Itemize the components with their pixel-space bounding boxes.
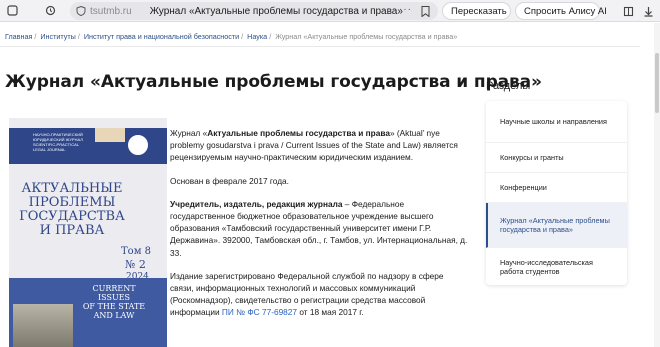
sidebar-menu: Научные школы и направления Конкурсы и г… bbox=[486, 101, 627, 285]
breadcrumb-item-law-institute[interactable]: Институт права и национальной безопаснос… bbox=[84, 32, 239, 41]
sidebar-item-schools[interactable]: Научные школы и направления bbox=[486, 101, 627, 143]
breadcrumb-separator: / bbox=[241, 32, 244, 41]
registration-date: от 18 мая 2017 г. bbox=[297, 307, 364, 318]
breadcrumb-divider bbox=[0, 46, 640, 47]
description-text: Журнал « bbox=[170, 128, 208, 138]
ask-alice-label: Спросить Алису AI bbox=[524, 5, 607, 17]
journal-description: Журнал «Актуальные проблемы государства … bbox=[170, 127, 468, 330]
page-title: Журнал «Актуальные проблемы государства … bbox=[5, 72, 542, 92]
cover-publisher-line: LEGAL JOURNAL bbox=[33, 147, 66, 152]
extensions-icon[interactable] bbox=[620, 3, 636, 19]
cover-title-line: АКТУАЛЬНЫЕ bbox=[21, 181, 123, 196]
description-paragraph-3: Учредитель, издатель, редакция журнала –… bbox=[170, 198, 468, 259]
breadcrumb: Главная / Институты / Институт права и нац… bbox=[5, 32, 457, 41]
address-host: tsutmb.ru bbox=[90, 5, 132, 17]
breadcrumb-separator: / bbox=[77, 32, 80, 41]
address-page-title: Журнал «Актуальные проблемы государства … bbox=[149, 5, 403, 17]
sidebar-item-label: Конкурсы и гранты bbox=[500, 153, 564, 162]
cover-title-line: ПРОБЛЕМЫ bbox=[28, 195, 116, 210]
cover-number: № 2 bbox=[125, 258, 146, 271]
cover-top-band: НАУЧНО-ПРАКТИЧЕСКИЙ ЮРИДИЧЕСКИЙ ЖУРНАЛ S… bbox=[9, 128, 167, 164]
breadcrumb-current: Журнал «Актуальные проблемы государства … bbox=[275, 32, 458, 41]
sidebar-item-student-research[interactable]: Научно-исследовательская работа студенто… bbox=[486, 248, 627, 285]
cover-volume: Том 8 bbox=[121, 246, 152, 257]
sidebar-item-label: Журнал «Актуальные проблемы государства … bbox=[500, 216, 610, 234]
page-scrollbar[interactable] bbox=[654, 23, 660, 347]
breadcrumb-separator: / bbox=[34, 32, 37, 41]
registration-link[interactable]: ПИ № ФС 77-69827 bbox=[222, 307, 297, 317]
description-paragraph-1: Журнал «Актуальные проблемы государства … bbox=[170, 127, 468, 164]
more-icon[interactable]: ··· bbox=[399, 4, 412, 15]
shield-icon bbox=[76, 6, 86, 16]
cover-english-title-line: AND LAW bbox=[93, 311, 135, 320]
journal-cover-image: НАУЧНО-ПРАКТИЧЕСКИЙ ЮРИДИЧЕСКИЙ ЖУРНАЛ S… bbox=[9, 118, 167, 347]
retell-label: Пересказать bbox=[451, 5, 507, 17]
tabs-icon[interactable] bbox=[4, 3, 20, 19]
breadcrumb-item-home[interactable]: Главная bbox=[5, 32, 32, 41]
description-paragraph-4: Издание зарегистрировано Федеральной слу… bbox=[170, 270, 468, 319]
refresh-icon[interactable] bbox=[42, 3, 58, 19]
cover-anniversary-badge bbox=[127, 134, 149, 156]
breadcrumb-item-institutes[interactable]: Институты bbox=[40, 32, 75, 41]
cover-english-title-line: ISSUES bbox=[97, 293, 131, 302]
sidebar-item-label: Научные школы и направления bbox=[500, 117, 607, 126]
cover-english-title-line: CURRENT bbox=[92, 284, 136, 293]
scrollbar-thumb[interactable] bbox=[655, 53, 659, 113]
retell-button[interactable]: Пересказать bbox=[442, 2, 511, 20]
cover-issn-box bbox=[95, 128, 125, 142]
cover-photo bbox=[13, 304, 73, 347]
founder-label: Учредитель, издатель, редакция журнала bbox=[170, 198, 343, 209]
cover-english-title-line: OF THE STATE bbox=[82, 302, 146, 311]
cover-bottom-band: CURRENT ISSUES OF THE STATE AND LAW bbox=[9, 278, 167, 347]
download-icon[interactable] bbox=[640, 3, 656, 19]
bookmark-icon[interactable] bbox=[421, 6, 430, 17]
journal-name-bold: Актуальные проблемы государства и права bbox=[207, 128, 390, 138]
sidebar-item-conferences[interactable]: Конференции bbox=[486, 173, 627, 203]
cover-title-line: ГОСУДАРСТВА bbox=[19, 209, 125, 224]
cover-publisher-text: НАУЧНО-ПРАКТИЧЕСКИЙ ЮРИДИЧЕСКИЙ ЖУРНАЛ S… bbox=[33, 132, 83, 152]
address-bar[interactable]: tsutmb.ru Журнал «Актуальные проблемы го… bbox=[70, 2, 438, 20]
breadcrumb-separator: / bbox=[269, 32, 272, 41]
cover-title: АКТУАЛЬНЫЕ ПРОБЛЕМЫ ГОСУДАРСТВА И ПРАВА bbox=[17, 182, 127, 238]
sidebar-heading: Разделы bbox=[486, 80, 531, 92]
cover-title-line: И ПРАВА bbox=[39, 223, 105, 238]
sidebar-item-contests[interactable]: Конкурсы и гранты bbox=[486, 143, 627, 173]
cover-english-title: CURRENT ISSUES OF THE STATE AND LAW bbox=[75, 284, 153, 320]
description-paragraph-2: Основан в феврале 2017 года. bbox=[170, 175, 289, 186]
sidebar-item-label: Научно-исследовательская работа студенто… bbox=[500, 257, 593, 276]
sidebar-item-label: Конференции bbox=[500, 183, 547, 192]
breadcrumb-item-science[interactable]: Наука bbox=[247, 32, 267, 41]
sidebar-item-journal[interactable]: Журнал «Актуальные проблемы государства … bbox=[486, 203, 627, 248]
ask-alice-button[interactable]: Спросить Алису AI bbox=[515, 2, 607, 20]
